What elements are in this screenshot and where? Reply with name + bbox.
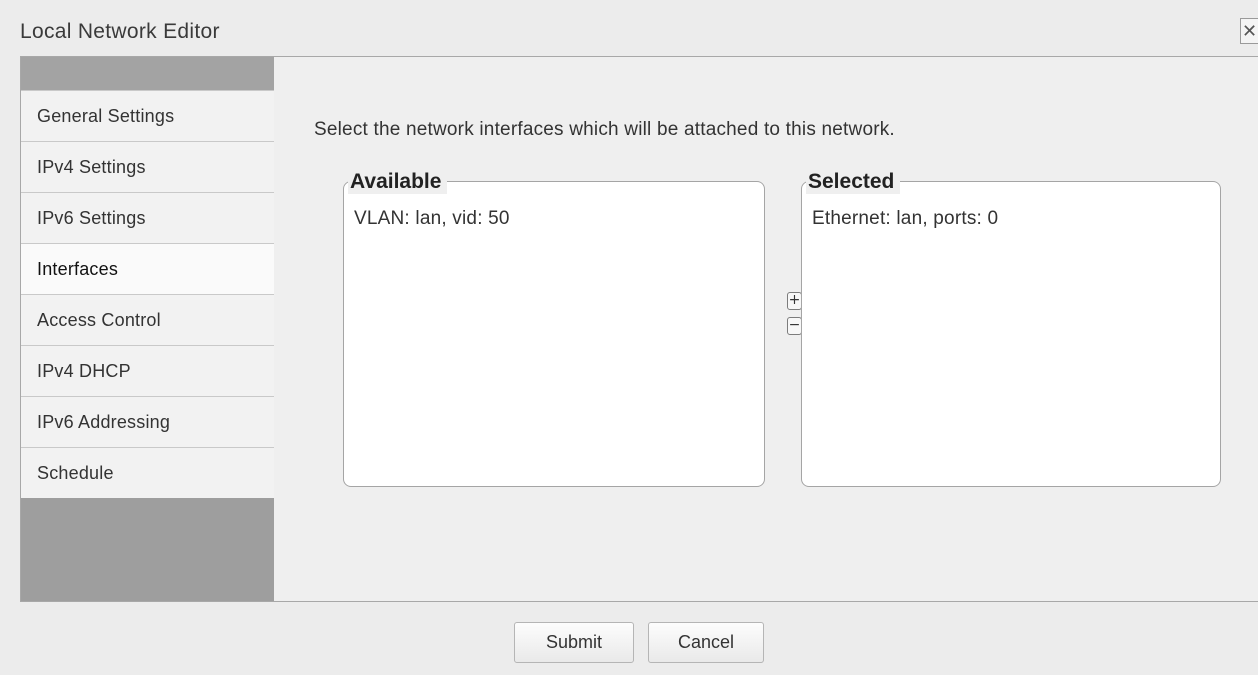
selected-legend: Selected xyxy=(806,170,901,194)
local-network-editor-dialog: Local Network Editor ✕ General Settings … xyxy=(0,0,1258,675)
list-item[interactable]: VLAN: lan, vid: 50 xyxy=(354,208,510,230)
close-button[interactable]: ✕ xyxy=(1240,18,1258,44)
list-item[interactable]: Ethernet: lan, ports: 0 xyxy=(812,208,998,230)
interfaces-panel: Select the network interfaces which will… xyxy=(274,57,1258,601)
sidebar-item-ipv4-settings[interactable]: IPv4 Settings xyxy=(21,141,274,192)
sidebar-item-access-control[interactable]: Access Control xyxy=(21,294,274,345)
instruction-text: Select the network interfaces which will… xyxy=(314,119,895,140)
sidebar-item-interfaces[interactable]: Interfaces xyxy=(21,243,274,294)
close-icon: ✕ xyxy=(1241,21,1258,41)
selected-list[interactable]: Selected Ethernet: lan, ports: 0 xyxy=(801,170,1221,487)
available-list[interactable]: Available VLAN: lan, vid: 50 xyxy=(343,170,765,487)
sidebar-item-ipv4-dhcp[interactable]: IPv4 DHCP xyxy=(21,345,274,396)
sidebar-item-general-settings[interactable]: General Settings xyxy=(21,90,274,141)
cancel-button[interactable]: Cancel xyxy=(648,622,764,663)
remove-interface-button[interactable]: − xyxy=(787,317,802,335)
sidebar-header xyxy=(21,57,274,90)
add-interface-button[interactable]: + xyxy=(787,292,802,310)
editor-frame: General Settings IPv4 Settings IPv6 Sett… xyxy=(20,56,1258,602)
plus-icon: + xyxy=(788,292,801,308)
sidebar-item-ipv6-addressing[interactable]: IPv6 Addressing xyxy=(21,396,274,447)
available-legend: Available xyxy=(348,170,448,194)
title-bar: Local Network Editor ✕ xyxy=(0,0,1258,56)
submit-button[interactable]: Submit xyxy=(514,622,634,663)
sidebar-item-ipv6-settings[interactable]: IPv6 Settings xyxy=(21,192,274,243)
dialog-title: Local Network Editor xyxy=(20,20,220,43)
minus-icon: − xyxy=(788,317,801,333)
dialog-footer: Submit Cancel xyxy=(0,602,1258,675)
sidebar-item-schedule[interactable]: Schedule xyxy=(21,447,274,498)
sidebar: General Settings IPv4 Settings IPv6 Sett… xyxy=(21,57,274,601)
